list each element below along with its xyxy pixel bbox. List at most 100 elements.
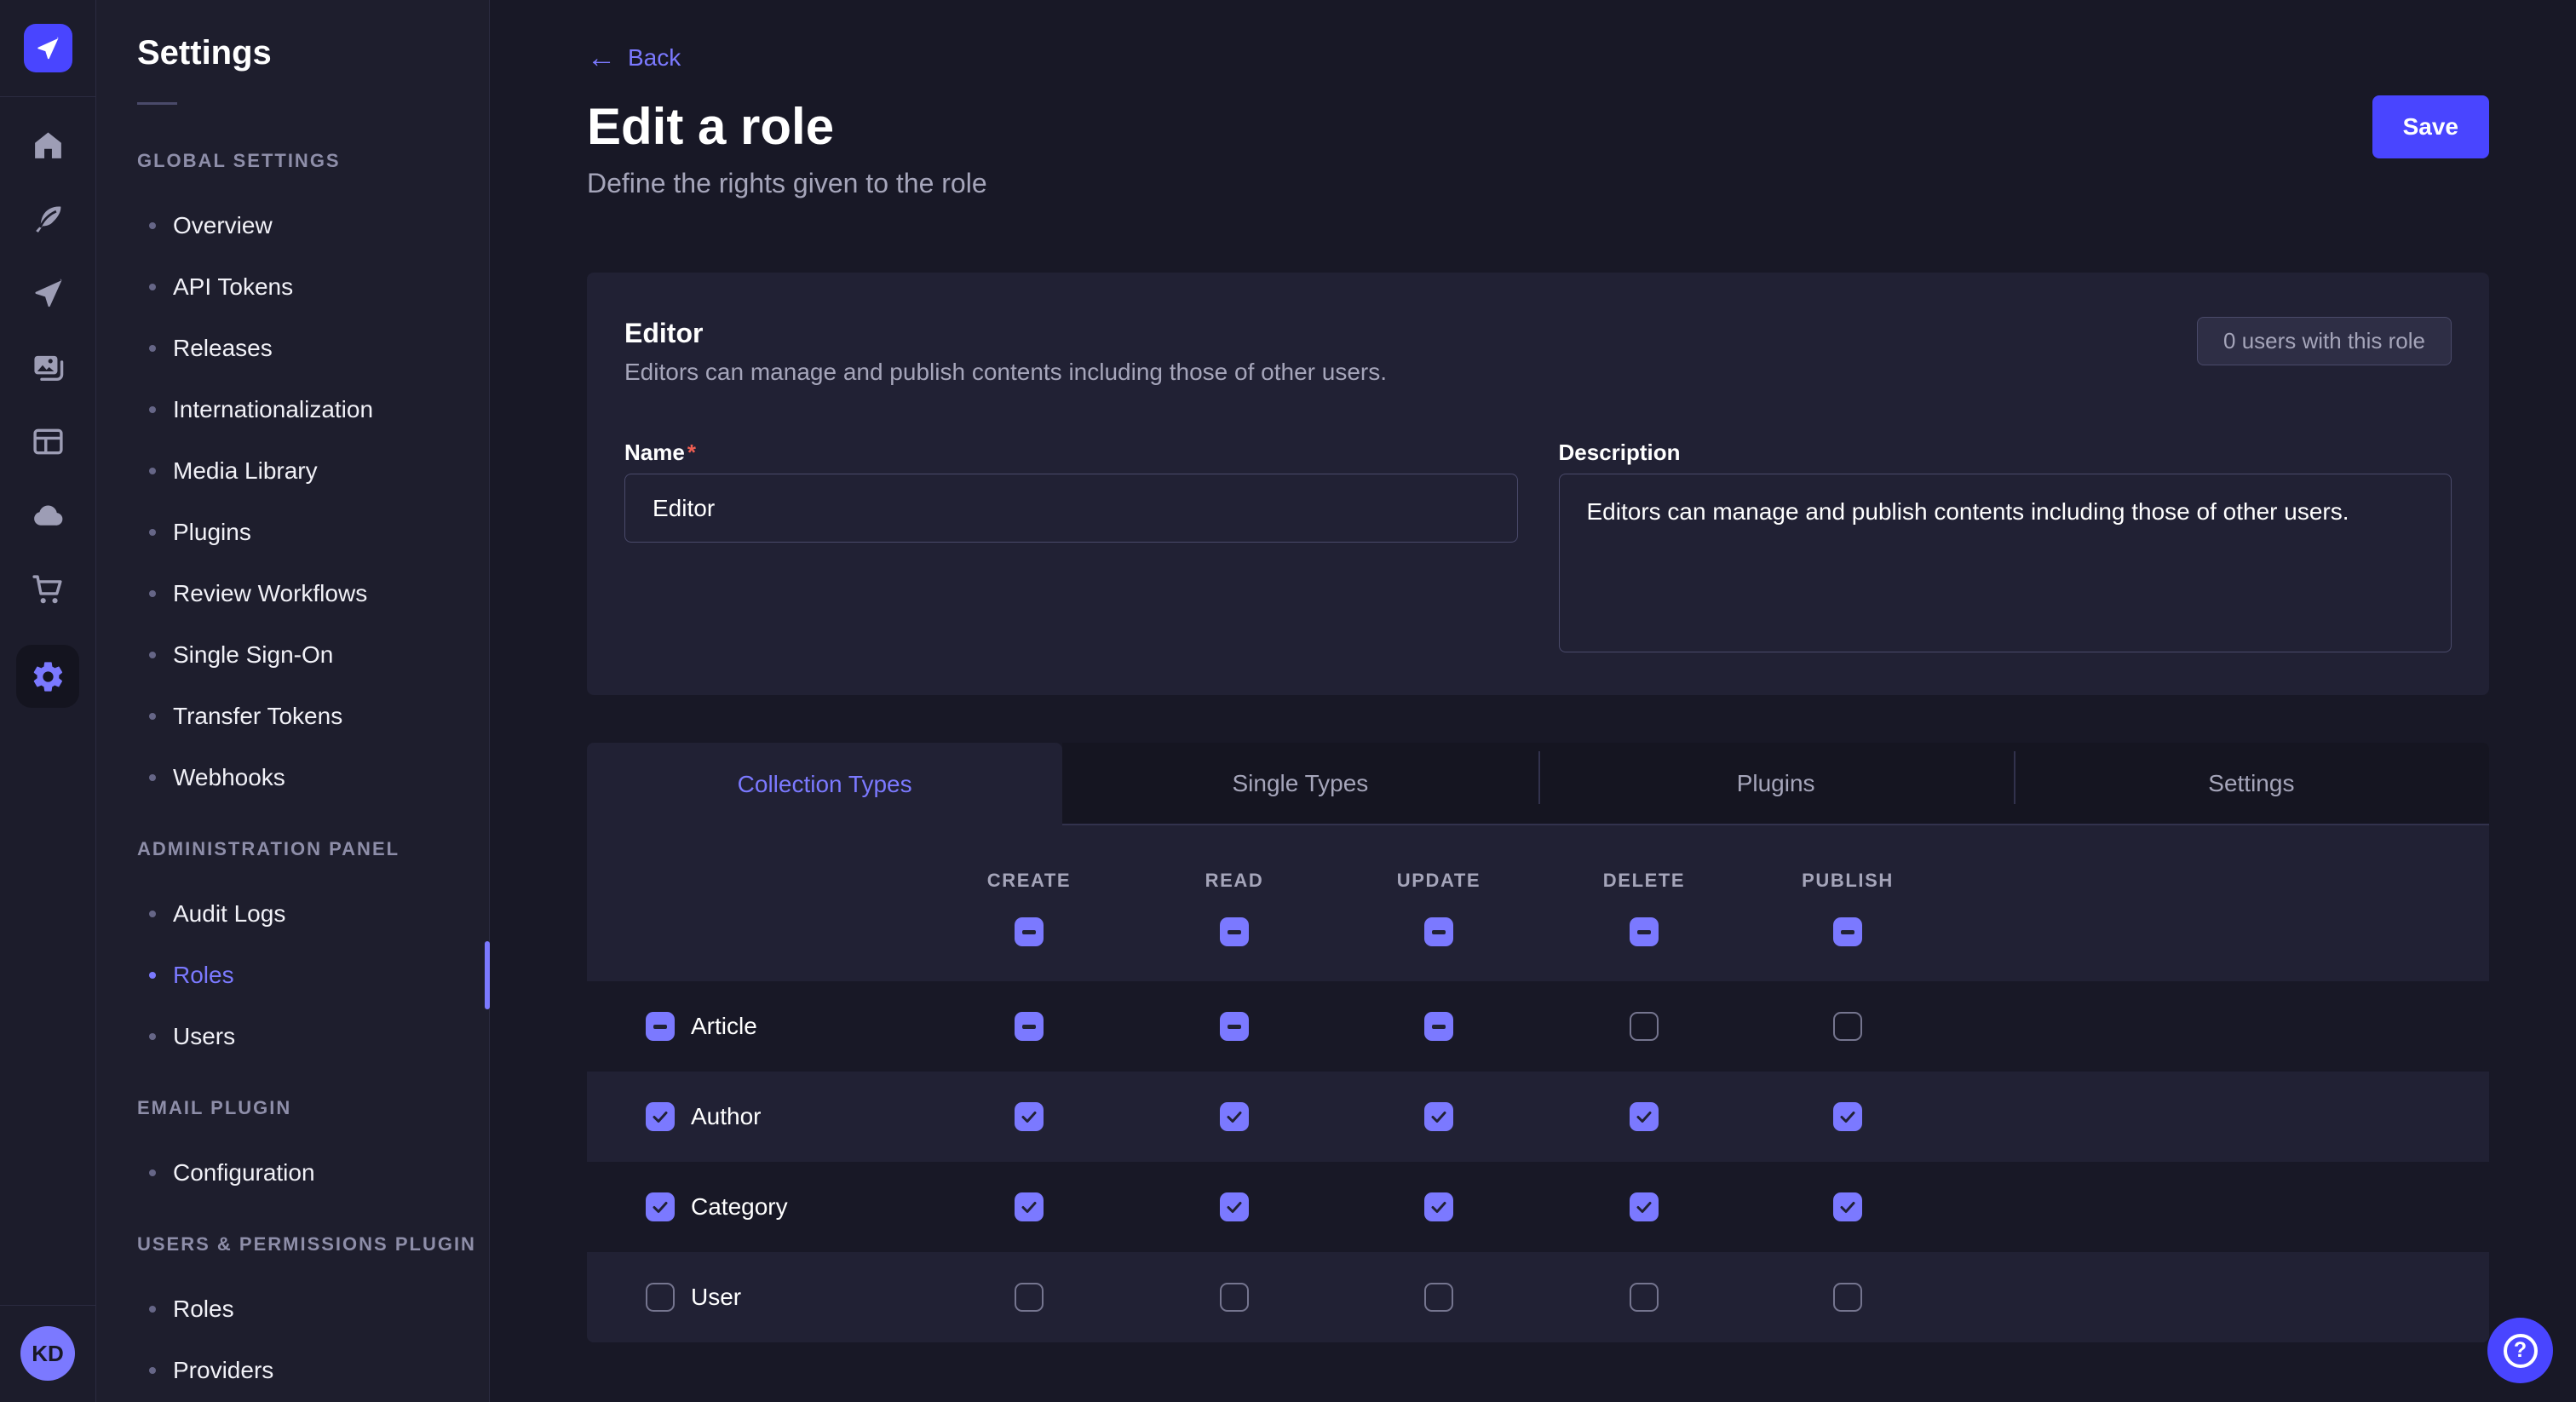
bullet-icon <box>149 713 156 720</box>
select-all-update-checkbox[interactable] <box>1424 917 1453 946</box>
category-update-checkbox[interactable] <box>1424 1192 1453 1221</box>
strapi-logo[interactable] <box>24 24 72 72</box>
tab-collection-types[interactable]: Collection Types <box>587 743 1062 825</box>
feather-icon[interactable] <box>29 200 67 238</box>
category-create-checkbox[interactable] <box>1015 1192 1044 1221</box>
sidebar-item-users[interactable]: Users <box>96 1006 489 1067</box>
user-select-all-checkbox[interactable] <box>646 1283 675 1312</box>
page-subtitle: Define the rights given to the role <box>587 169 2489 198</box>
cloud-icon[interactable] <box>29 497 67 535</box>
strapi-logo-icon <box>34 35 61 62</box>
article-publish-checkbox[interactable] <box>1833 1012 1862 1041</box>
sidebar-item-label: Releases <box>173 335 273 362</box>
sidebar-item-webhooks[interactable]: Webhooks <box>96 747 489 808</box>
category-publish-checkbox[interactable] <box>1833 1192 1862 1221</box>
bullet-icon <box>149 1033 156 1040</box>
name-label: Name* <box>624 440 696 465</box>
role-name-heading: Editor <box>624 317 1387 349</box>
rail-divider-top <box>0 96 96 97</box>
user-avatar[interactable]: KD <box>20 1326 75 1381</box>
back-link[interactable]: ← Back <box>587 44 681 72</box>
article-delete-checkbox[interactable] <box>1630 1012 1659 1041</box>
permission-row-article: Article <box>587 981 2489 1072</box>
permissions-table-header: CREATEREADUPDATEDELETEPUBLISH <box>587 825 2489 981</box>
category-delete-checkbox[interactable] <box>1630 1192 1659 1221</box>
sidebar-item-api-tokens[interactable]: API Tokens <box>96 256 489 318</box>
user-read-checkbox[interactable] <box>1220 1283 1249 1312</box>
subnav-title: Settings <box>137 32 489 73</box>
user-update-checkbox[interactable] <box>1424 1283 1453 1312</box>
sidebar-item-transfer-tokens[interactable]: Transfer Tokens <box>96 686 489 747</box>
category-read-checkbox[interactable] <box>1220 1192 1249 1221</box>
category-select-all-checkbox[interactable] <box>646 1192 675 1221</box>
author-select-all-checkbox[interactable] <box>646 1102 675 1131</box>
sidebar-item-label: Media Library <box>173 457 318 485</box>
permissions-tabs: Collection TypesSingle TypesPlugins Setti… <box>587 743 2489 825</box>
section-header-email-plugin: EMAIL PLUGIN <box>137 1096 489 1120</box>
permission-row-category: Category <box>587 1162 2489 1252</box>
author-delete-checkbox[interactable] <box>1630 1102 1659 1131</box>
permission-row-author: Author <box>587 1072 2489 1162</box>
sidebar-item-overview[interactable]: Overview <box>96 195 489 256</box>
sidebar-item-roles[interactable]: Roles <box>96 945 489 1006</box>
media-library-icon[interactable] <box>29 348 67 387</box>
users-with-role-badge[interactable]: 0 users with this role <box>2197 317 2452 365</box>
sidebar-item-label: Roles <box>173 1296 234 1323</box>
tab-settings[interactable]: Settings <box>2014 743 2489 825</box>
icon-rail-nav <box>16 126 79 708</box>
sidebar-item-plugins[interactable]: Plugins <box>96 502 489 563</box>
bullet-icon <box>149 972 156 979</box>
section-header-users-permissions-plugin: USERS & PERMISSIONS PLUGIN <box>137 1232 489 1256</box>
send-icon[interactable] <box>29 274 67 313</box>
tab-single-types[interactable]: Single Types <box>1062 743 1538 825</box>
subnav-title-divider <box>137 102 177 105</box>
sidebar-item-label: Internationalization <box>173 396 373 423</box>
row-label: Article <box>691 1013 757 1040</box>
settings-gear-icon[interactable] <box>16 645 79 708</box>
sidebar-item-label: Providers <box>173 1357 273 1384</box>
article-update-checkbox[interactable] <box>1424 1012 1453 1041</box>
sidebar-item-media-library[interactable]: Media Library <box>96 440 489 502</box>
help-button[interactable]: ? <box>2487 1318 2553 1383</box>
select-all-read-checkbox[interactable] <box>1220 917 1249 946</box>
author-read-checkbox[interactable] <box>1220 1102 1249 1131</box>
sidebar-item-configuration[interactable]: Configuration <box>96 1142 489 1204</box>
select-all-publish-checkbox[interactable] <box>1833 917 1862 946</box>
sidebar-item-audit-logs[interactable]: Audit Logs <box>96 883 489 945</box>
sidebar-item-single-sign-on[interactable]: Single Sign-On <box>96 624 489 686</box>
bullet-icon <box>149 345 156 352</box>
article-read-checkbox[interactable] <box>1220 1012 1249 1041</box>
save-button[interactable]: Save <box>2372 95 2489 158</box>
author-create-checkbox[interactable] <box>1015 1102 1044 1131</box>
marketplace-cart-icon[interactable] <box>29 571 67 609</box>
sidebar-item-internationalization[interactable]: Internationalization <box>96 379 489 440</box>
author-publish-checkbox[interactable] <box>1833 1102 1862 1131</box>
bullet-icon <box>149 284 156 290</box>
article-select-all-checkbox[interactable] <box>646 1012 675 1041</box>
role-description-textarea[interactable]: Editors can manage and publish contents … <box>1559 474 2452 652</box>
permissions-card: Collection TypesSingle TypesPlugins Setti… <box>587 743 2489 1342</box>
tab-label: Settings <box>2208 770 2294 797</box>
bullet-icon <box>149 1169 156 1176</box>
user-publish-checkbox[interactable] <box>1833 1283 1862 1312</box>
author-update-checkbox[interactable] <box>1424 1102 1453 1131</box>
tab-plugins[interactable]: Plugins <box>1538 743 2014 825</box>
user-delete-checkbox[interactable] <box>1630 1283 1659 1312</box>
home-icon[interactable] <box>29 126 67 164</box>
sidebar-item-label: Audit Logs <box>173 900 285 928</box>
sidebar-item-releases[interactable]: Releases <box>96 318 489 379</box>
bullet-icon <box>149 222 156 229</box>
role-name-input[interactable] <box>624 474 1518 543</box>
sidebar-item-review-workflows[interactable]: Review Workflows <box>96 563 489 624</box>
page-title: Edit a role <box>587 95 834 158</box>
layout-icon[interactable] <box>29 422 67 461</box>
sidebar-item-roles[interactable]: Roles <box>96 1278 489 1340</box>
article-create-checkbox[interactable] <box>1015 1012 1044 1041</box>
select-all-delete-checkbox[interactable] <box>1630 917 1659 946</box>
sidebar-item-providers[interactable]: Providers <box>96 1340 489 1401</box>
required-asterisk: * <box>687 440 696 465</box>
rail-divider-bottom <box>0 1305 96 1306</box>
user-create-checkbox[interactable] <box>1015 1283 1044 1312</box>
select-all-create-checkbox[interactable] <box>1015 917 1044 946</box>
subnav-sections: GLOBAL SETTINGSOverviewAPI TokensRelease… <box>96 149 489 1401</box>
